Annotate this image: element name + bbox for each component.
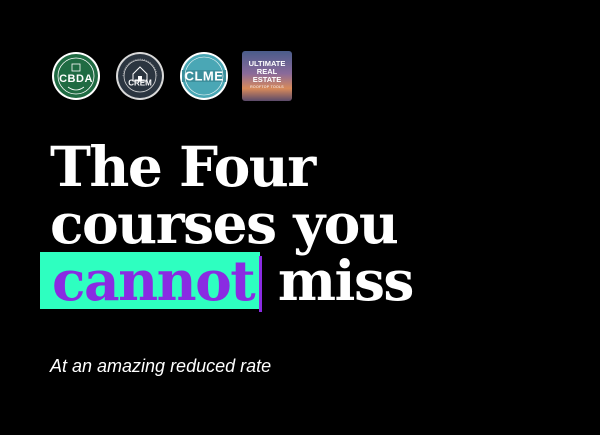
ure-title: ULTIMATE REAL ESTATE — [248, 59, 286, 84]
text-cursor — [259, 256, 263, 312]
ure-subtitle: ROOFTOP TOOLS — [250, 85, 284, 89]
headline-line-3: cannot miss — [40, 252, 414, 312]
highlighted-word-text: cannot — [52, 248, 256, 313]
crem-label: CREM — [128, 78, 152, 88]
ure-course-logo: ULTIMATE REAL ESTATE ROOFTOP TOOLS — [242, 51, 292, 101]
cbda-label: CBDA — [59, 73, 93, 86]
certification-badges: CBDA CREM CLME ULTIMATE REAL ESTATE ROOF… — [50, 50, 292, 102]
headline-line-2: courses you — [50, 191, 399, 256]
clme-badge-icon: CLME — [178, 50, 230, 102]
subtitle: At an amazing reduced rate — [50, 356, 272, 376]
headline-line-3-rest: miss — [260, 248, 415, 313]
cbda-badge-icon: CBDA — [50, 50, 102, 102]
highlighted-word: cannot — [40, 252, 263, 312]
headline: The Four courses you cannot miss — [40, 134, 414, 312]
headline-line-1: The Four — [50, 134, 316, 199]
crem-badge-icon: CREM — [114, 50, 166, 102]
clme-label: CLME — [184, 68, 224, 84]
